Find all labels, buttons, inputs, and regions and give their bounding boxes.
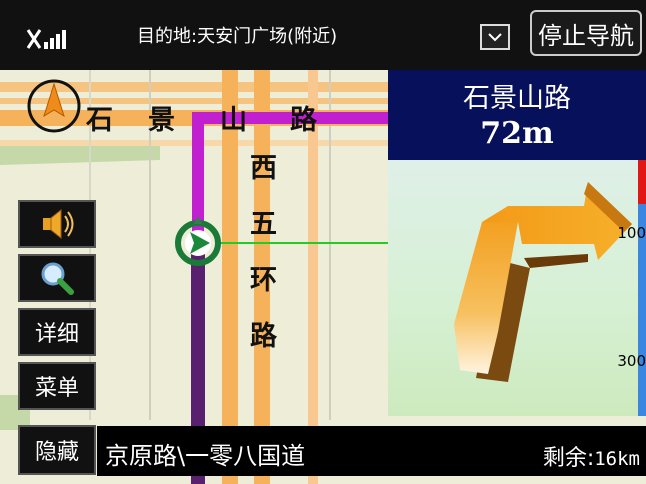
road-label-vertical-2: 五 — [250, 209, 277, 240]
stop-navigation-button[interactable]: 停止导航 — [530, 10, 642, 56]
remaining-value: 16km — [594, 448, 640, 470]
road-label-vertical-3: 环 — [250, 265, 277, 296]
remaining-label: 剩余: — [542, 446, 595, 471]
turn-distance: 72m — [480, 116, 554, 151]
road-label-horizontal-3: 山 — [220, 105, 247, 136]
turn-guidance-panel: 石景山路 72m 100 300 — [388, 70, 646, 416]
gps-signal-icon — [26, 29, 66, 49]
turn-right-arrow-icon — [454, 182, 632, 382]
speaker-icon — [43, 208, 74, 240]
bottom-bar: 京原路\一零八国道 剩余:16km — [97, 426, 646, 476]
top-bar: 目的地:天安门广场(附近) 停止导航 — [0, 0, 646, 70]
detail-button[interactable]: 详细 — [18, 308, 96, 356]
remaining-distance: 剩余:16km — [543, 440, 640, 472]
voice-button[interactable] — [18, 200, 96, 248]
distance-scale-marker — [638, 160, 646, 204]
vehicle-position-icon — [175, 216, 221, 266]
road-label-horizontal-2: 景 — [148, 105, 175, 136]
turn-illustration: 100 300 — [388, 160, 646, 416]
magnifier-icon — [41, 262, 74, 295]
road-label-vertical-1: 西 — [250, 153, 277, 184]
next-road-name: 石景山路 — [463, 83, 571, 114]
current-road-name: 京原路\一零八国道 — [105, 442, 306, 470]
destination-label: 目的地:天安门广场(附近) — [137, 26, 338, 47]
road-label-horizontal-4: 路 — [290, 105, 317, 136]
road-label-horizontal-1: 石 — [86, 105, 113, 136]
hide-button[interactable]: 隐藏 — [18, 425, 96, 475]
chevron-down-icon — [488, 33, 502, 42]
menu-button[interactable]: 菜单 — [18, 362, 96, 410]
scale-label-top: 100 — [617, 224, 646, 242]
turn-header: 石景山路 72m — [388, 70, 646, 160]
road-label-vertical-4: 路 — [250, 321, 277, 352]
north-compass-icon[interactable] — [24, 76, 84, 136]
scale-label-bottom: 300 — [617, 352, 646, 370]
destination-dropdown-button[interactable] — [480, 24, 510, 50]
zoom-button[interactable] — [18, 254, 96, 302]
navigation-screen: 石 景 山 路 西 五 环 路 目的地:天安门广场(附近) 停止导航 详细 菜单… — [0, 0, 646, 484]
